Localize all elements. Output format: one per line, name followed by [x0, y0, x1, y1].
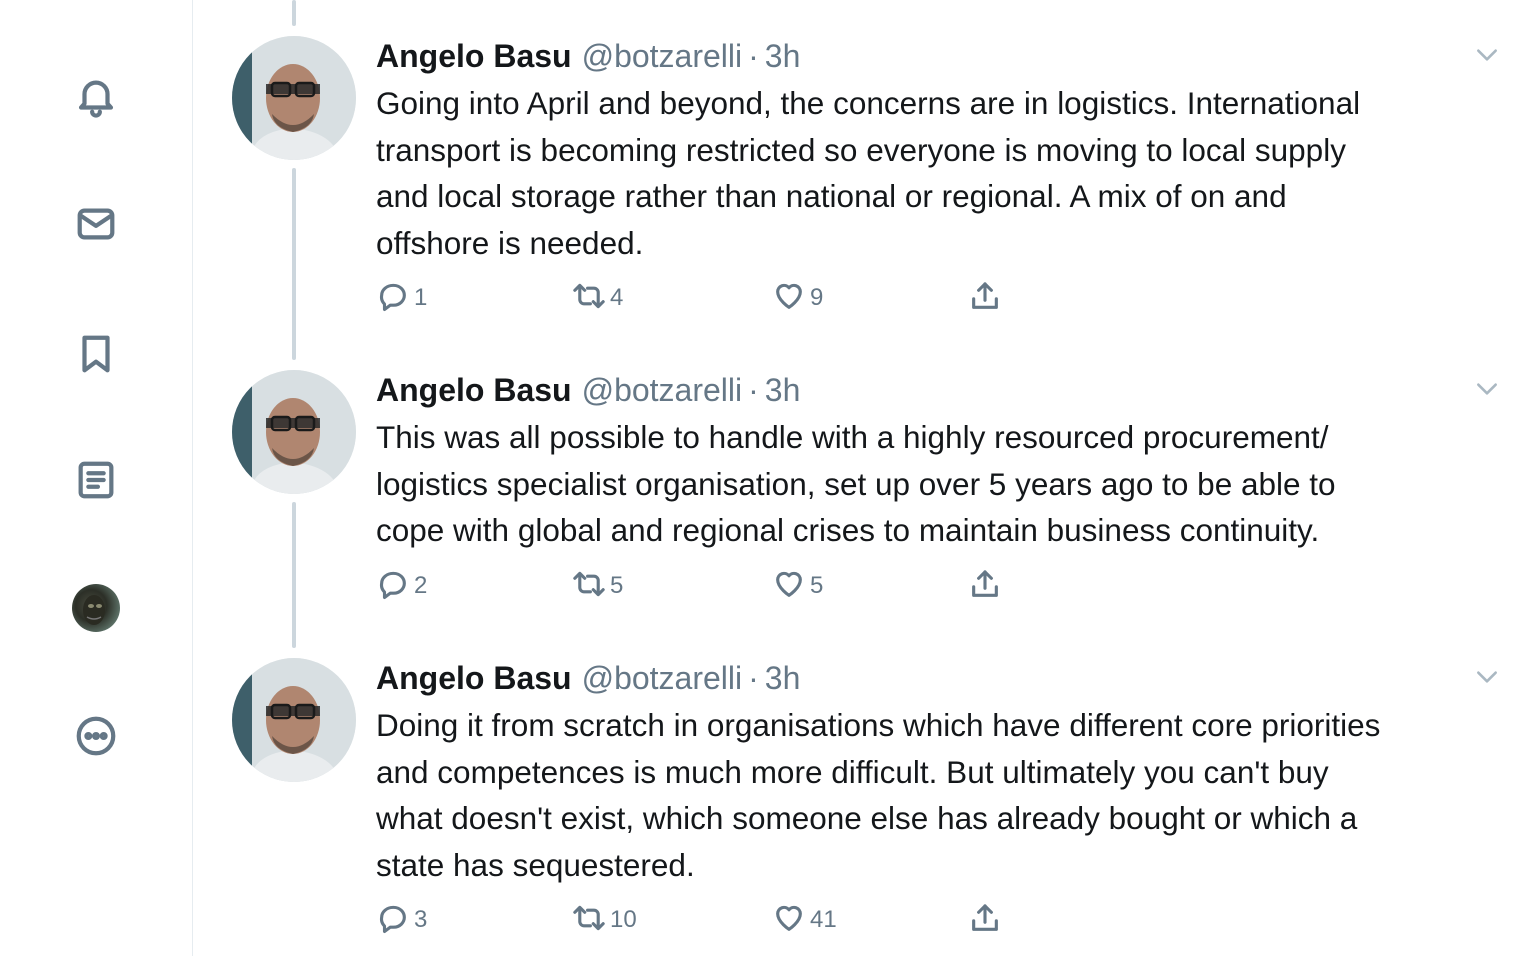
tweet[interactable]: Angelo Basu @botzarelli · 3h Going into …: [232, 36, 1512, 326]
timestamp[interactable]: 3h: [765, 38, 801, 75]
tweet-header: Angelo Basu @botzarelli · 3h: [376, 658, 800, 698]
more-icon[interactable]: [72, 712, 120, 760]
author-name[interactable]: Angelo Basu: [376, 38, 572, 75]
like-count: 41: [810, 906, 837, 933]
share-button[interactable]: [968, 900, 1002, 940]
like-button[interactable]: 41: [772, 900, 837, 940]
list-icon[interactable]: [72, 456, 120, 504]
tweet[interactable]: Angelo Basu @botzarelli · 3h Doing it fr…: [232, 658, 1512, 948]
heart-icon: [772, 279, 806, 318]
like-count: 5: [810, 572, 824, 599]
avatar[interactable]: [232, 658, 356, 782]
author-name[interactable]: Angelo Basu: [376, 660, 572, 697]
retweet-icon: [572, 279, 606, 318]
retweet-button[interactable]: 10: [572, 900, 637, 940]
heart-icon: [772, 567, 806, 606]
share-button[interactable]: [968, 278, 1002, 318]
tweet-header: Angelo Basu @botzarelli · 3h: [376, 370, 800, 410]
chevron-down-icon[interactable]: [1472, 40, 1502, 70]
retweet-button[interactable]: 4: [572, 278, 623, 318]
reply-icon: [376, 567, 410, 606]
timestamp[interactable]: 3h: [765, 660, 801, 697]
tweet-header: Angelo Basu @botzarelli · 3h: [376, 36, 800, 76]
share-button[interactable]: [968, 566, 1002, 606]
tweet-text: Doing it from scratch in organisations w…: [376, 707, 1381, 883]
timestamp[interactable]: 3h: [765, 372, 801, 409]
retweet-count: 10: [610, 906, 637, 933]
author-handle[interactable]: @botzarelli: [582, 660, 743, 697]
retweet-button[interactable]: 5: [572, 566, 623, 606]
thread-line: [292, 0, 296, 26]
retweet-count: 4: [610, 284, 624, 311]
mail-icon[interactable]: [72, 200, 120, 248]
tweet-actions: 1 4 9: [376, 278, 1076, 318]
chevron-down-icon[interactable]: [1472, 662, 1502, 692]
bell-icon[interactable]: [72, 72, 120, 120]
bookmark-icon[interactable]: [72, 330, 120, 378]
reply-count: 3: [414, 906, 428, 933]
heart-icon: [772, 901, 806, 940]
tweet[interactable]: Angelo Basu @botzarelli · 3h This was al…: [232, 370, 1512, 620]
reply-button[interactable]: 3: [376, 900, 427, 940]
tweet-text: This was all possible to handle with a h…: [376, 419, 1336, 548]
separator-dot: ·: [748, 371, 759, 408]
reply-count: 2: [414, 572, 428, 599]
reply-icon: [376, 901, 410, 940]
retweet-icon: [572, 901, 606, 940]
retweet-icon: [572, 567, 606, 606]
reply-button[interactable]: 2: [376, 566, 427, 606]
separator-dot: ·: [748, 37, 759, 74]
chevron-down-icon[interactable]: [1472, 374, 1502, 404]
author-handle[interactable]: @botzarelli: [582, 38, 743, 75]
author-handle[interactable]: @botzarelli: [582, 372, 743, 409]
like-button[interactable]: 5: [772, 566, 823, 606]
like-count: 9: [810, 284, 824, 311]
reply-icon: [376, 279, 410, 318]
like-button[interactable]: 9: [772, 278, 823, 318]
share-icon: [968, 567, 1002, 606]
author-name[interactable]: Angelo Basu: [376, 372, 572, 409]
profile-avatar[interactable]: [72, 584, 120, 632]
reply-count: 1: [414, 284, 428, 311]
avatar[interactable]: [232, 36, 356, 160]
reply-button[interactable]: 1: [376, 278, 427, 318]
share-icon: [968, 279, 1002, 318]
tweet-actions: 3 10 41: [376, 900, 1076, 940]
separator-dot: ·: [748, 659, 759, 696]
tweet-text: Going into April and beyond, the concern…: [376, 85, 1361, 261]
retweet-count: 5: [610, 572, 624, 599]
share-icon: [968, 901, 1002, 940]
avatar[interactable]: [232, 370, 356, 494]
sidebar-nav: [0, 0, 193, 956]
tweet-actions: 2 5 5: [376, 566, 1076, 606]
